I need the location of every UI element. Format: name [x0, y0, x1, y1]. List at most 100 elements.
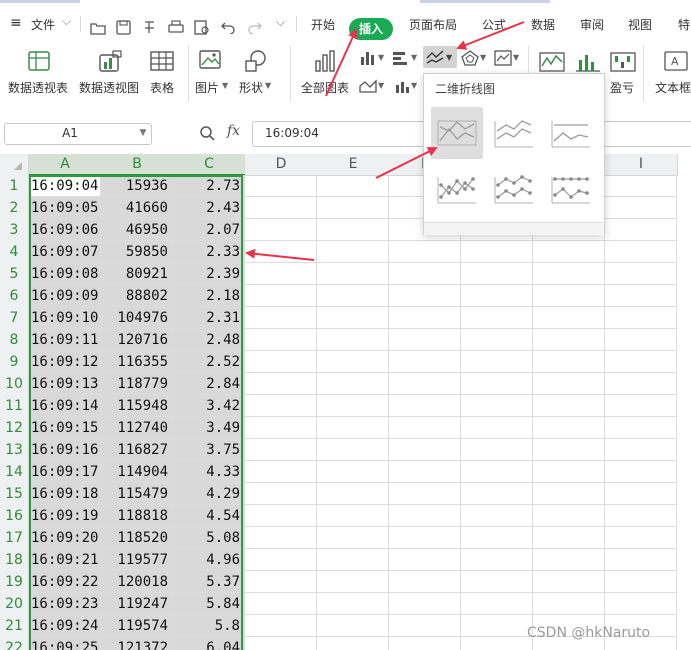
- table-cell-empty[interactable]: [605, 351, 677, 373]
- chart-option-percent-stacked-line-markers[interactable]: [545, 163, 597, 215]
- table-cell-empty[interactable]: [245, 197, 317, 219]
- tab-start[interactable]: 开始: [311, 16, 335, 33]
- pivot-table-icon[interactable]: [27, 50, 51, 72]
- column-header[interactable]: B: [101, 154, 174, 176]
- table-cell-empty[interactable]: [533, 505, 605, 527]
- table-cell-empty[interactable]: [317, 219, 389, 241]
- table-cell-empty[interactable]: [605, 263, 677, 285]
- table-cell-empty[interactable]: [533, 483, 605, 505]
- table-cell-empty[interactable]: [533, 439, 605, 461]
- table-cell-value[interactable]: 5.84: [173, 593, 245, 615]
- table-cell-time[interactable]: 16:09:15: [29, 417, 101, 439]
- table-cell-empty[interactable]: [461, 307, 533, 329]
- table-cell-empty[interactable]: [461, 241, 533, 263]
- table-cell-empty[interactable]: [605, 285, 677, 307]
- table-cell-empty[interactable]: [317, 307, 389, 329]
- table-cell-count[interactable]: 114904: [101, 461, 173, 483]
- table-cell-empty[interactable]: [245, 329, 317, 351]
- table-cell-time[interactable]: 16:09:12: [29, 351, 101, 373]
- image-button[interactable]: 图片: [195, 79, 219, 96]
- row-header[interactable]: 21: [0, 615, 29, 638]
- table-cell-empty[interactable]: [461, 571, 533, 593]
- table-cell-count[interactable]: 119574: [101, 615, 173, 637]
- table-cell-count[interactable]: 118520: [101, 527, 173, 549]
- table-cell-empty[interactable]: [605, 329, 677, 351]
- bar-chart-icon[interactable]: [391, 49, 411, 67]
- table-cell-time[interactable]: 16:09:09: [29, 285, 101, 307]
- table-cell-time[interactable]: 16:09:24: [29, 615, 101, 637]
- table-cell-empty[interactable]: [245, 505, 317, 527]
- table-cell-time[interactable]: 16:09:18: [29, 483, 101, 505]
- table-cell-empty[interactable]: [317, 439, 389, 461]
- table-cell-empty[interactable]: [605, 241, 677, 263]
- table-cell-count[interactable]: 88802: [101, 285, 173, 307]
- chevron-down-icon[interactable]: ▼: [222, 81, 228, 90]
- table-cell-empty[interactable]: [245, 175, 317, 197]
- print-preview-icon[interactable]: [194, 20, 210, 35]
- table-cell-time[interactable]: 16:09:23: [29, 593, 101, 615]
- table-cell-value[interactable]: 4.33: [173, 461, 245, 483]
- table-cell-empty[interactable]: [533, 395, 605, 417]
- table-cell-time[interactable]: 16:09:17: [29, 461, 101, 483]
- row-header[interactable]: 20: [0, 593, 29, 616]
- table-cell-empty[interactable]: [317, 505, 389, 527]
- table-cell-empty[interactable]: [533, 571, 605, 593]
- table-cell-empty[interactable]: [389, 263, 461, 285]
- table-cell-empty[interactable]: [461, 549, 533, 571]
- chart-option-line[interactable]: [431, 107, 483, 159]
- table-cell-value[interactable]: 5.37: [173, 571, 245, 593]
- table-cell-empty[interactable]: [533, 461, 605, 483]
- tab-page-layout[interactable]: 页面布局: [409, 16, 457, 33]
- table-cell-empty[interactable]: [605, 417, 677, 439]
- area-chart-icon[interactable]: [358, 78, 378, 94]
- table-cell-empty[interactable]: [245, 615, 317, 637]
- table-cell-empty[interactable]: [461, 527, 533, 549]
- table-cell-time[interactable]: 16:09:20: [29, 527, 101, 549]
- table-cell-count[interactable]: 46950: [101, 219, 173, 241]
- row-header[interactable]: 13: [0, 439, 29, 462]
- table-cell-count[interactable]: 118818: [101, 505, 173, 527]
- table-cell-empty[interactable]: [533, 417, 605, 439]
- table-cell-empty[interactable]: [389, 373, 461, 395]
- table-cell-value[interactable]: 3.49: [173, 417, 245, 439]
- table-cell-empty[interactable]: [533, 373, 605, 395]
- table-cell-value[interactable]: 2.31: [173, 307, 245, 329]
- chevron-down-icon[interactable]: ⌵: [62, 14, 71, 29]
- table-cell-value[interactable]: 2.39: [173, 263, 245, 285]
- table-cell-empty[interactable]: [317, 373, 389, 395]
- table-cell-empty[interactable]: [245, 263, 317, 285]
- folder-icon[interactable]: [90, 21, 106, 35]
- image-icon[interactable]: [199, 49, 223, 71]
- table-cell-count[interactable]: 115948: [101, 395, 173, 417]
- table-cell-empty[interactable]: [245, 593, 317, 615]
- insert-function-icon[interactable]: fx: [227, 123, 240, 139]
- table-cell-count[interactable]: 119247: [101, 593, 173, 615]
- table-cell-value[interactable]: 5.08: [173, 527, 245, 549]
- table-cell-empty[interactable]: [317, 395, 389, 417]
- table-cell-empty[interactable]: [461, 637, 533, 650]
- table-cell-count[interactable]: 115479: [101, 483, 173, 505]
- save-icon[interactable]: [116, 20, 131, 35]
- table-cell-empty[interactable]: [317, 351, 389, 373]
- table-cell-time[interactable]: 16:09:08: [29, 263, 101, 285]
- chevron-down-icon[interactable]: ▼: [446, 53, 452, 62]
- all-charts-icon[interactable]: [314, 49, 338, 73]
- table-cell-time[interactable]: 16:09:10: [29, 307, 101, 329]
- chevron-down-icon[interactable]: ▼: [265, 81, 271, 90]
- chevron-down-icon[interactable]: ▼: [513, 53, 519, 62]
- table-cell-time[interactable]: 16:09:11: [29, 329, 101, 351]
- row-header[interactable]: 22: [0, 637, 29, 650]
- table-cell-empty[interactable]: [605, 439, 677, 461]
- profit-loss-icon[interactable]: [610, 52, 636, 72]
- table-cell-empty[interactable]: [533, 263, 605, 285]
- table-cell-empty[interactable]: [389, 549, 461, 571]
- table-cell-empty[interactable]: [317, 417, 389, 439]
- table-cell-empty[interactable]: [533, 307, 605, 329]
- table-cell-empty[interactable]: [389, 395, 461, 417]
- column-header[interactable]: C: [173, 154, 246, 176]
- table-cell-empty[interactable]: [389, 241, 461, 263]
- row-header[interactable]: 19: [0, 571, 29, 594]
- table-cell-value[interactable]: 4.54: [173, 505, 245, 527]
- table-cell-count[interactable]: 120716: [101, 329, 173, 351]
- table-cell-empty[interactable]: [461, 461, 533, 483]
